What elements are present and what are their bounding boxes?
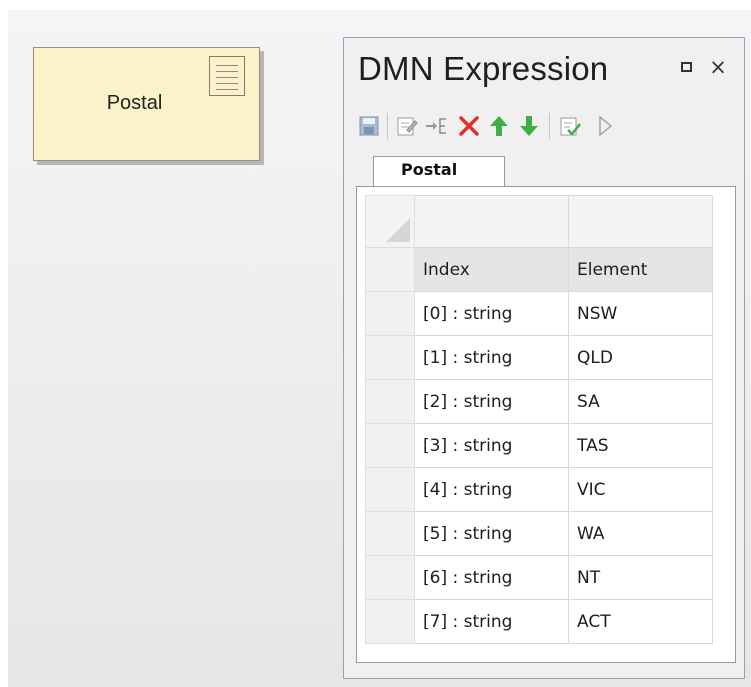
index-cell[interactable]: [3] : string (414, 423, 569, 468)
row-header[interactable] (365, 423, 415, 468)
edit-button[interactable] (392, 109, 422, 143)
move-down-icon (520, 116, 538, 136)
row-header[interactable] (365, 291, 415, 336)
row-header[interactable] (365, 599, 415, 644)
delete-button[interactable] (454, 109, 484, 143)
table-row: [7] : string ACT (365, 599, 713, 644)
delete-icon (459, 116, 479, 136)
element-cell[interactable]: TAS (568, 423, 713, 468)
row-header[interactable] (365, 379, 415, 424)
column-header-index: Index (414, 247, 569, 292)
element-cell[interactable]: ACT (568, 599, 713, 644)
column-header-blank[interactable] (568, 195, 713, 248)
expression-grid: Index Element [0] : string NSW [1] : str… (356, 186, 736, 654)
move-up-icon (490, 116, 508, 136)
row-header[interactable] (365, 467, 415, 512)
edit-icon (397, 117, 418, 136)
element-cell[interactable]: VIC (568, 467, 713, 512)
save-button[interactable] (354, 109, 384, 143)
index-cell[interactable]: [0] : string (414, 291, 569, 336)
move-up-button[interactable] (484, 109, 514, 143)
row-header[interactable] (365, 555, 415, 600)
document-icon (209, 56, 245, 96)
row-header[interactable] (365, 247, 415, 292)
toolbar (354, 109, 740, 143)
index-cell[interactable]: [6] : string (414, 555, 569, 600)
horizontal-scrollbar[interactable] (356, 652, 736, 663)
restore-button[interactable] (674, 52, 698, 82)
row-header[interactable] (365, 511, 415, 556)
close-icon: × (709, 55, 727, 79)
column-header-element: Element (568, 247, 713, 292)
element-cell[interactable]: NSW (568, 291, 713, 336)
add-row-button[interactable] (422, 109, 452, 143)
grid-corner[interactable] (365, 195, 415, 248)
validate-icon (560, 117, 581, 136)
element-cell[interactable]: WA (568, 511, 713, 556)
tab-label: Postal (401, 160, 458, 179)
table-row: [3] : string TAS (365, 423, 713, 468)
restore-icon (680, 62, 692, 72)
element-cell[interactable]: SA (568, 379, 713, 424)
play-icon (599, 115, 613, 137)
table-row: [0] : string NSW (365, 291, 713, 336)
add-row-icon (426, 118, 446, 134)
window-title: DMN Expression (358, 50, 609, 87)
save-icon (359, 116, 379, 136)
element-cell[interactable]: NT (568, 555, 713, 600)
run-button[interactable] (590, 109, 620, 143)
index-cell[interactable]: [5] : string (414, 511, 569, 556)
element-cell[interactable]: QLD (568, 335, 713, 380)
table-row: [2] : string SA (365, 379, 713, 424)
index-cell[interactable]: [4] : string (414, 467, 569, 512)
table-row: [5] : string WA (365, 511, 713, 556)
data-object-element[interactable]: Postal (33, 47, 260, 161)
table-row: [4] : string VIC (365, 467, 713, 512)
table-row: [1] : string QLD (365, 335, 713, 380)
index-cell[interactable]: [7] : string (414, 599, 569, 644)
dmn-expression-window: DMN Expression × Postal Index Element [0… (343, 37, 745, 679)
table-row: [6] : string NT (365, 555, 713, 600)
column-header-blank[interactable] (414, 195, 569, 248)
index-cell[interactable]: [1] : string (414, 335, 569, 380)
row-header[interactable] (365, 335, 415, 380)
index-cell[interactable]: [2] : string (414, 379, 569, 424)
validate-button[interactable] (555, 109, 585, 143)
close-button[interactable]: × (706, 52, 730, 82)
move-down-button[interactable] (514, 109, 544, 143)
